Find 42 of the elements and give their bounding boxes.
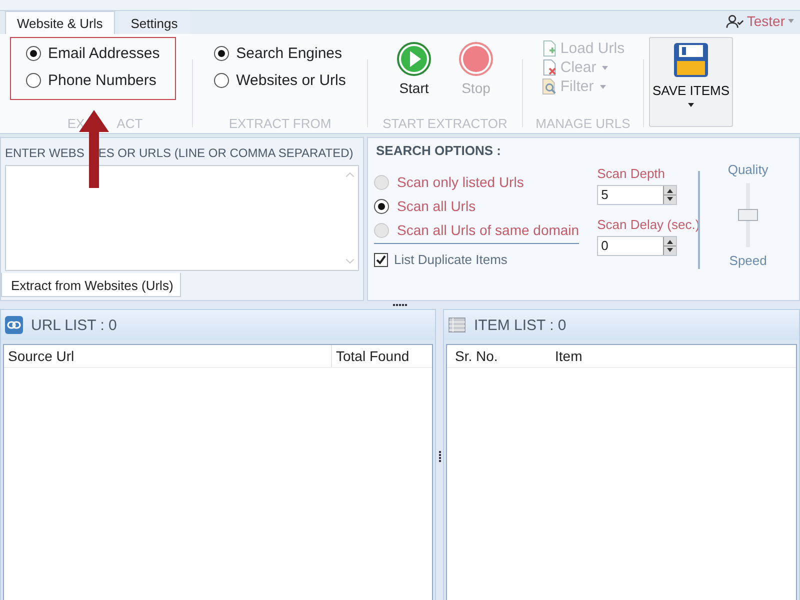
ribbon-tab[interactable]: Settings: [118, 11, 190, 34]
slider-label: Speed: [729, 253, 767, 268]
radio-option[interactable]: Search Engines: [214, 45, 346, 62]
radio-option[interactable]: Phone Numbers: [26, 72, 160, 89]
ribbon-tab[interactable]: Website & Urls: [5, 11, 115, 34]
link-icon: [5, 316, 23, 334]
group-label: MANAGE URLS: [536, 116, 630, 131]
scan-depth-field[interactable]: 5: [597, 185, 678, 205]
play-icon: [396, 41, 432, 77]
list-icon: [448, 316, 466, 334]
magnifier-icon: [541, 78, 558, 95]
splitter-handle[interactable]: [438, 451, 440, 462]
start-button[interactable]: Start: [396, 41, 432, 96]
user-menu[interactable]: Tester: [726, 13, 800, 32]
user-icon: [726, 14, 744, 28]
stop-icon: [458, 41, 494, 77]
url-input-field[interactable]: [5, 165, 359, 271]
slider-thumb[interactable]: [738, 209, 758, 221]
slider-label: Quality: [728, 162, 768, 177]
radio-option[interactable]: Email Addresses: [26, 45, 160, 62]
group-label: ACT: [116, 116, 143, 131]
panel-header: ES OR URLS (LINE OR COMMA SEPARATED): [98, 146, 354, 160]
radio-option[interactable]: Scan all Urls: [374, 198, 580, 214]
panel-header: SEARCH OPTIONS :: [375, 142, 502, 160]
save-items-button[interactable]: SAVE ITEMS: [649, 37, 733, 127]
checkbox[interactable]: [374, 252, 388, 266]
document-x-icon: [541, 59, 558, 76]
panel-header: ENTER WEBS: [5, 146, 84, 160]
checkbox-label[interactable]: List Duplicate Items: [394, 252, 508, 267]
radio-option[interactable]: Websites or Urls: [214, 72, 346, 89]
list-title: ITEM LIST : 0: [474, 316, 566, 334]
spinner-arrows-icon[interactable]: [663, 237, 676, 255]
list-title: URL LIST : 0: [31, 316, 117, 334]
splitter-handle[interactable]: [393, 304, 407, 306]
document-plus-icon: [541, 40, 558, 57]
field-label: Scan Depth: [597, 166, 666, 181]
group-label: EXTRACT FROM: [228, 116, 332, 131]
scan-delay-field[interactable]: 0: [597, 236, 678, 256]
spinner-arrows-icon[interactable]: [663, 186, 676, 204]
panel-tab[interactable]: Extract from Websites (Urls): [1, 273, 182, 297]
group-label: START EXTRACTOR: [382, 116, 508, 131]
group-label: EX: [67, 116, 85, 131]
